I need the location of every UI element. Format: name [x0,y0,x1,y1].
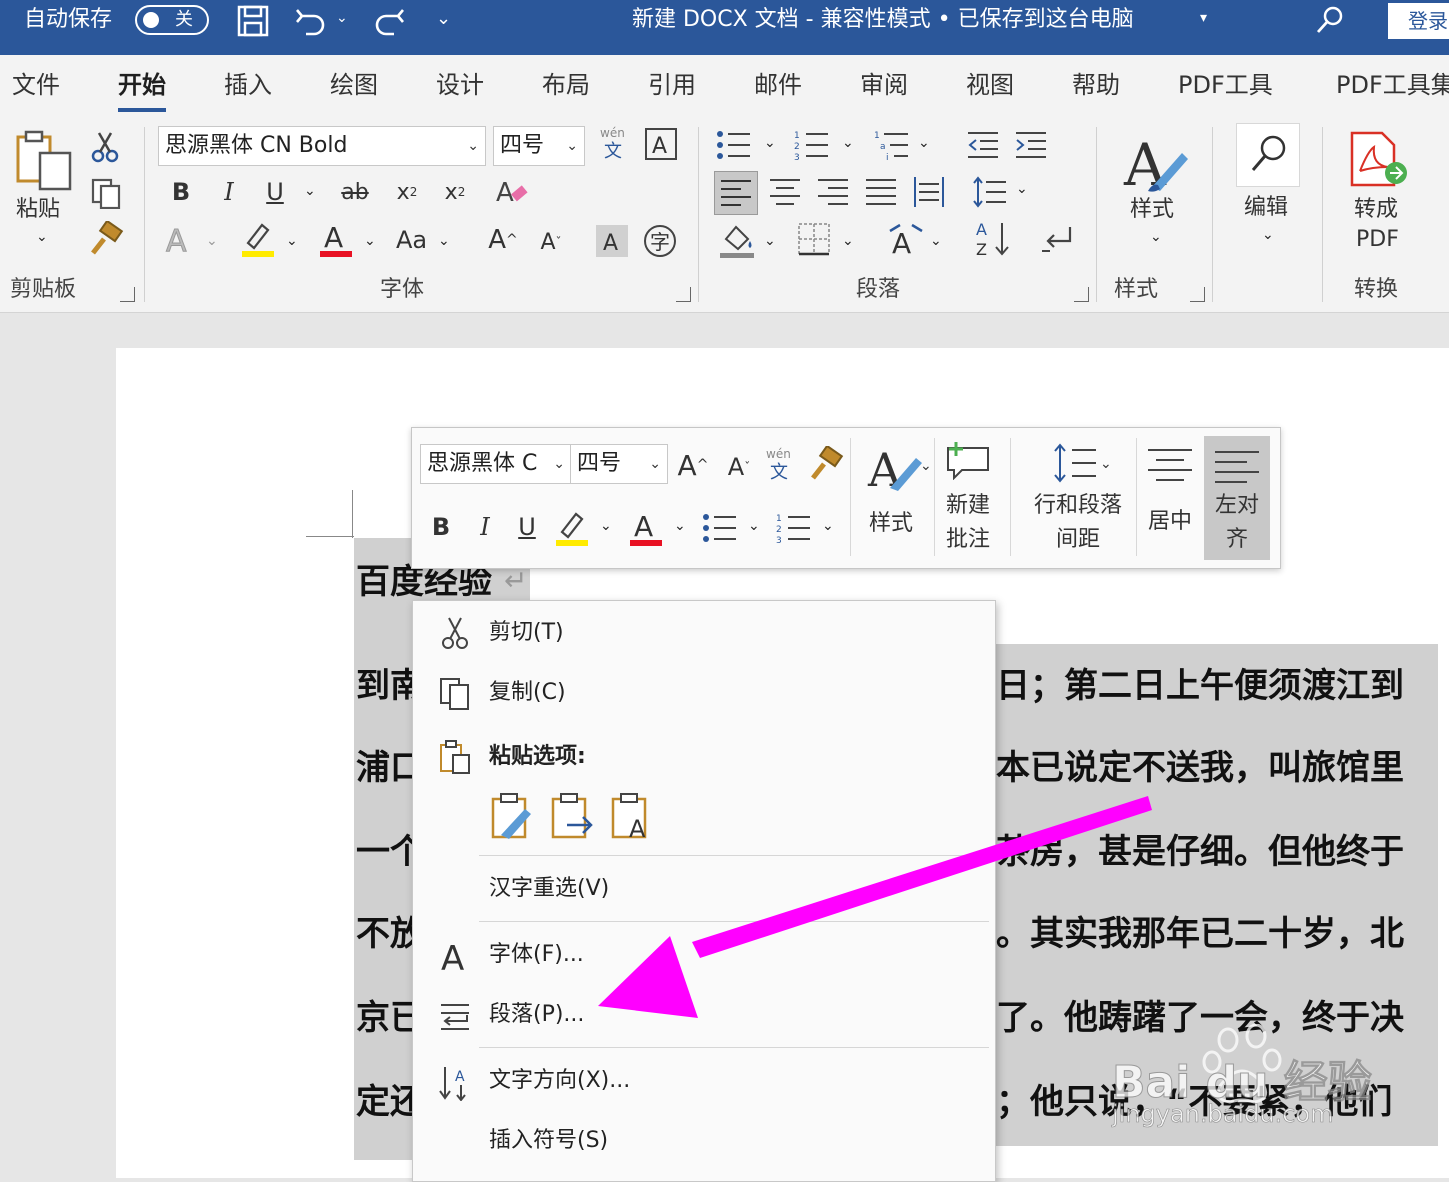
annotation-arrow [598,796,1152,1018]
baidu-watermark: Bai du 经验 jingyan.baidu.com [1110,1024,1410,1140]
watermark-url: jingyan.baidu.com [1112,1100,1334,1129]
